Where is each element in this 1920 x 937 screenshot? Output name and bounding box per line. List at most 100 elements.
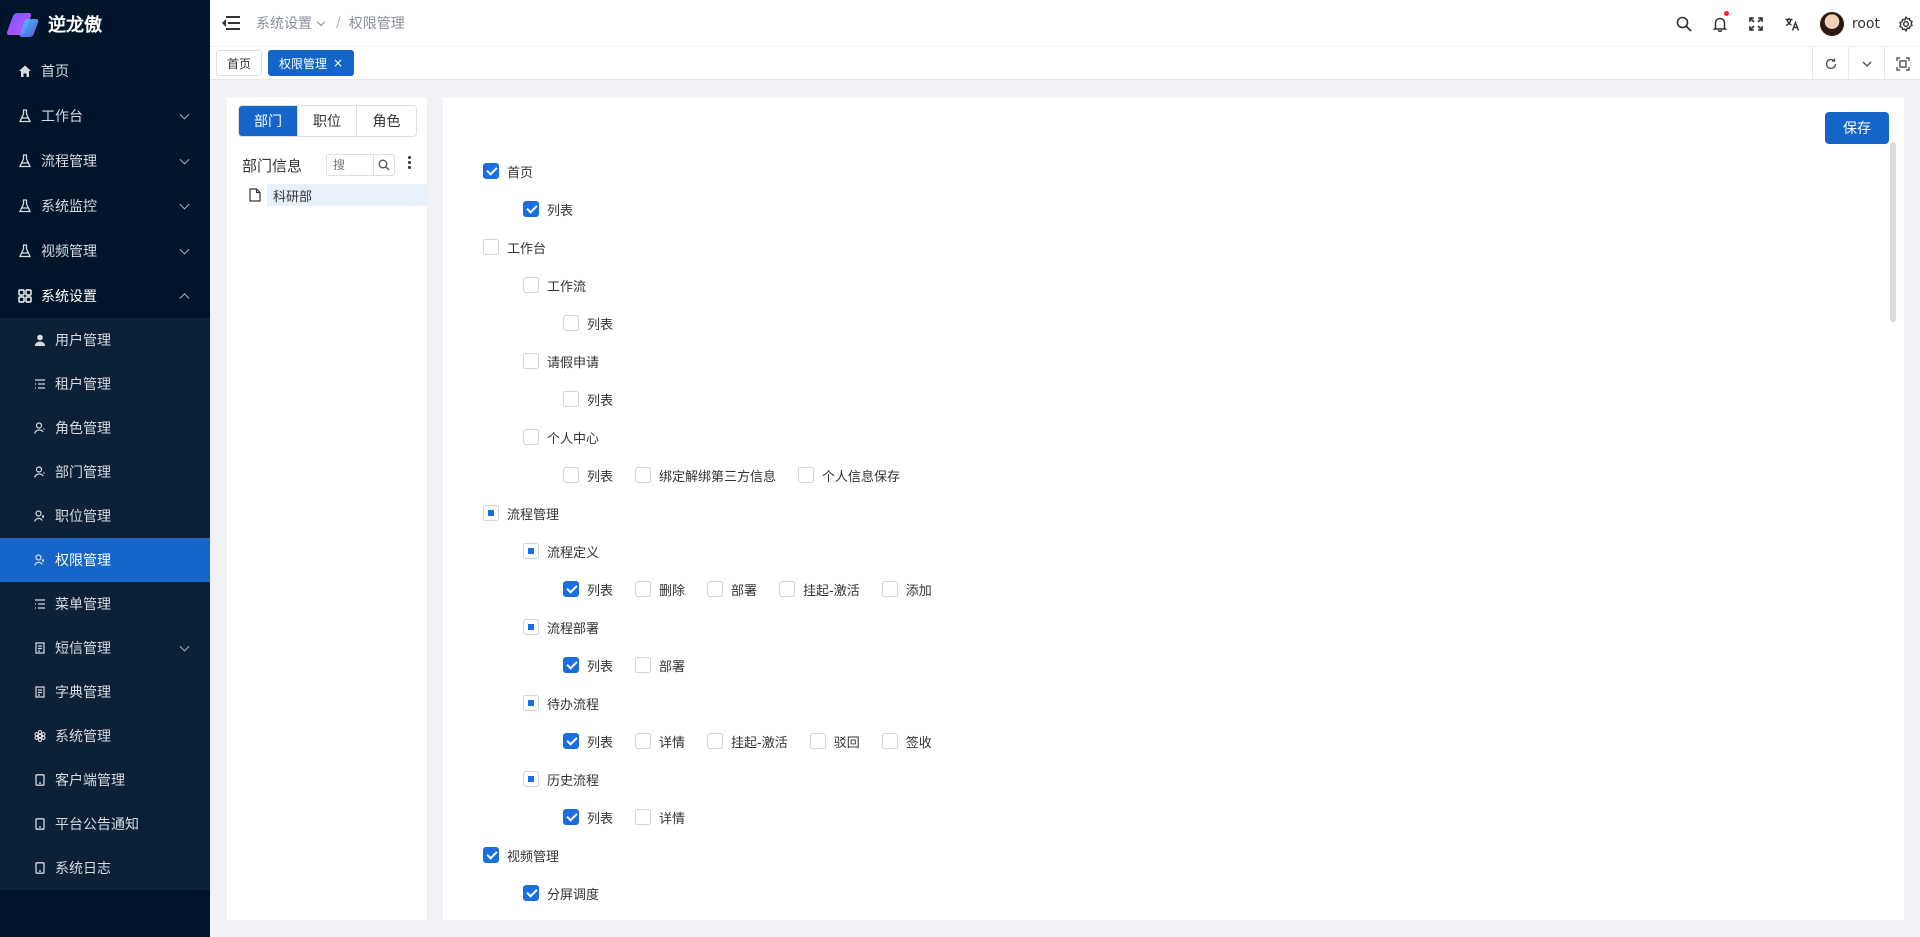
permission-item[interactable]: 首页	[483, 162, 533, 181]
permission-item[interactable]: 详情	[635, 808, 685, 827]
permission-checkbox[interactable]	[779, 581, 796, 597]
search-icon[interactable]	[373, 154, 395, 176]
scrollbar[interactable]	[1890, 142, 1896, 322]
sidebar-subitem[interactable]: 租户管理	[0, 362, 210, 406]
permission-checkbox[interactable]	[483, 847, 499, 863]
permission-checkbox[interactable]	[707, 581, 724, 597]
permission-checkbox[interactable]	[523, 277, 539, 293]
sidebar-item-process[interactable]: 流程管理	[0, 138, 210, 183]
permission-checkbox[interactable]	[523, 543, 539, 559]
permission-item[interactable]: 工作台	[483, 238, 546, 257]
more-options-icon[interactable]	[408, 156, 412, 172]
permission-checkbox[interactable]	[563, 315, 579, 331]
settings-gear-icon[interactable]	[1892, 0, 1920, 47]
fullscreen-icon[interactable]	[1738, 0, 1774, 47]
department-search-input[interactable]	[326, 154, 374, 176]
sidebar-subitem[interactable]: 短信管理	[0, 626, 210, 670]
permission-item[interactable]: 列表	[563, 656, 613, 675]
permission-item[interactable]: 流程部署	[523, 618, 599, 637]
permission-checkbox[interactable]	[483, 505, 499, 521]
segment-position[interactable]: 职位	[298, 106, 357, 136]
save-button[interactable]: 保存	[1825, 112, 1889, 144]
permission-checkbox[interactable]	[635, 733, 652, 749]
sidebar-subitem[interactable]: 角色管理	[0, 406, 210, 450]
permission-item[interactable]: 视频管理	[483, 846, 559, 865]
permission-item[interactable]: 个人信息保存	[798, 466, 900, 485]
collapse-menu-icon[interactable]	[222, 16, 240, 30]
maximize-icon[interactable]	[1884, 47, 1920, 80]
tab-permissions[interactable]: 权限管理 ×	[268, 50, 355, 76]
sidebar-subitem[interactable]: 系统管理	[0, 714, 210, 758]
sidebar-item-home[interactable]: 首页	[0, 48, 210, 93]
permission-item[interactable]: 列表	[563, 390, 613, 409]
translate-icon[interactable]	[1774, 0, 1810, 47]
permission-item[interactable]: 流程定义	[523, 542, 599, 561]
permission-checkbox[interactable]	[523, 771, 539, 787]
permission-item[interactable]: 列表	[563, 808, 613, 827]
permission-item[interactable]: 分屏调度	[523, 884, 599, 903]
permission-item[interactable]: 请假申请	[523, 352, 599, 371]
avatar[interactable]	[1819, 11, 1844, 36]
sidebar-subitem[interactable]: 菜单管理	[0, 582, 210, 626]
permission-checkbox[interactable]	[523, 885, 539, 901]
permission-checkbox[interactable]	[483, 163, 499, 179]
breadcrumb-item-settings[interactable]: 系统设置	[256, 13, 312, 33]
permission-item[interactable]: 列表	[563, 732, 613, 751]
permission-checkbox[interactable]	[483, 239, 499, 255]
permission-checkbox[interactable]	[798, 467, 815, 483]
permission-checkbox[interactable]	[523, 201, 539, 217]
bell-icon[interactable]	[1702, 0, 1738, 47]
permission-item[interactable]: 列表	[563, 580, 613, 599]
sidebar-subitem[interactable]: 权限管理	[0, 538, 210, 582]
permission-checkbox[interactable]	[563, 809, 579, 825]
permission-item[interactable]: 工作流	[523, 276, 586, 295]
sidebar-item-workbench[interactable]: 工作台	[0, 93, 210, 138]
permission-item[interactable]: 签收	[881, 732, 932, 751]
permission-item[interactable]: 流程管理	[483, 504, 559, 523]
permission-checkbox[interactable]	[563, 581, 579, 597]
permission-item[interactable]: 绑定解绑第三方信息	[635, 466, 776, 485]
permission-item[interactable]: 历史流程	[523, 770, 599, 789]
permission-checkbox[interactable]	[809, 733, 826, 749]
permission-checkbox[interactable]	[563, 391, 579, 407]
sidebar-item-video[interactable]: 视频管理	[0, 228, 210, 273]
permission-checkbox[interactable]	[523, 619, 539, 635]
segment-department[interactable]: 部门	[239, 106, 298, 136]
permission-item[interactable]: 个人中心	[523, 428, 599, 447]
permission-checkbox[interactable]	[523, 353, 539, 369]
sidebar-subitem[interactable]: 用户管理	[0, 318, 210, 362]
sidebar-subitem[interactable]: 职位管理	[0, 494, 210, 538]
segment-role[interactable]: 角色	[357, 106, 416, 136]
permission-checkbox[interactable]	[523, 429, 539, 445]
permission-item[interactable]: 部署	[707, 580, 757, 599]
permission-item[interactable]: 详情	[635, 732, 685, 751]
permission-item[interactable]: 挂起-激活	[707, 732, 788, 751]
permission-checkbox[interactable]	[635, 467, 652, 483]
sidebar-subitem[interactable]: 字典管理	[0, 670, 210, 714]
logo[interactable]: 逆龙傲	[0, 0, 210, 48]
search-icon[interactable]	[1666, 0, 1702, 47]
permission-item[interactable]: 列表	[563, 314, 613, 333]
permission-item[interactable]: 列表	[563, 466, 613, 485]
tab-home[interactable]: 首页	[216, 50, 263, 76]
close-icon[interactable]: ×	[333, 56, 343, 70]
username[interactable]: root	[1852, 16, 1880, 32]
refresh-icon[interactable]	[1812, 47, 1848, 80]
permission-item[interactable]: 删除	[635, 580, 685, 599]
permission-checkbox[interactable]	[635, 581, 652, 597]
permission-checkbox[interactable]	[635, 809, 652, 825]
sidebar-subitem[interactable]: 系统日志	[0, 846, 210, 890]
permission-checkbox[interactable]	[635, 657, 652, 673]
permission-checkbox[interactable]	[563, 657, 579, 673]
permission-checkbox[interactable]	[707, 733, 724, 749]
permission-item[interactable]: 挂起-激活	[779, 580, 860, 599]
sidebar-subitem[interactable]: 平台公告通知	[0, 802, 210, 846]
sidebar-subitem[interactable]: 客户端管理	[0, 758, 210, 802]
permission-item[interactable]: 驳回	[809, 732, 860, 751]
permission-checkbox[interactable]	[881, 581, 898, 597]
permission-checkbox[interactable]	[563, 733, 579, 749]
tree-node-department[interactable]: 科研部	[267, 184, 427, 206]
permission-item[interactable]: 待办流程	[523, 694, 599, 713]
permission-item[interactable]: 部署	[635, 656, 685, 675]
permission-checkbox[interactable]	[563, 467, 579, 483]
